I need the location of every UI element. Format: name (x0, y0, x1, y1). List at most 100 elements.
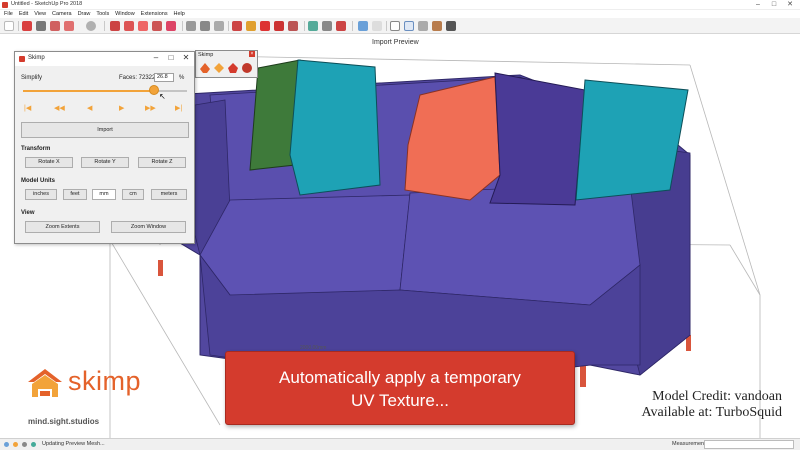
zoom-extents-icon[interactable] (288, 21, 298, 31)
skimp-simplify-icon[interactable] (214, 63, 224, 73)
zoom-tool-icon[interactable] (260, 21, 270, 31)
import-button[interactable]: Import (21, 122, 189, 138)
menu-draw[interactable]: Draw (78, 10, 91, 18)
dialog-title-bar: Skimp – □ ✕ (15, 52, 194, 66)
measurements-label: Measurements (672, 441, 709, 447)
zoom-extents-button[interactable]: Zoom Extents (25, 221, 100, 233)
pillow-teal-left (289, 59, 381, 196)
close-button[interactable]: ✕ (784, 0, 796, 10)
unit-cm-button[interactable]: cm (122, 189, 144, 200)
menu-camera[interactable]: Camera (52, 10, 72, 18)
view-label: View (21, 210, 35, 216)
banner-line-2: UV Texture... (351, 391, 449, 410)
skimp-house-icon[interactable] (228, 63, 238, 73)
toolbar-separator (104, 21, 105, 31)
move-tool-icon[interactable] (124, 21, 134, 31)
menu-file[interactable]: File (4, 10, 13, 18)
wireframe-style-icon[interactable] (390, 21, 400, 31)
eraser-tool-icon[interactable] (22, 21, 32, 31)
toolbar-separator (228, 21, 229, 31)
dialog-title: Skimp (28, 55, 45, 61)
dialog-close-button[interactable]: ✕ (180, 53, 192, 62)
pillow-purple (489, 72, 586, 206)
scale-tool-icon[interactable] (152, 21, 162, 31)
textured-style-icon[interactable] (432, 21, 442, 31)
toolbar-separator (182, 21, 183, 31)
unit-mm-button[interactable]: mm (92, 189, 116, 200)
xray-view-icon[interactable] (358, 21, 368, 31)
mouse-cursor-icon: ↖ (159, 92, 166, 101)
sofa-leg (580, 365, 586, 387)
menu-extensions[interactable]: Extensions (141, 10, 168, 18)
skimp-logo-icon (19, 56, 25, 62)
geo-location-icon[interactable] (4, 442, 9, 447)
measurements-input[interactable] (704, 440, 794, 449)
faces-count-label: Faces: 72322 (119, 75, 156, 81)
menu-view[interactable]: View (34, 10, 46, 18)
percent-sign: % (179, 75, 185, 81)
rotate-z-button[interactable]: Rotate Z (138, 157, 186, 168)
rotate-x-button[interactable]: Rotate X (25, 157, 73, 168)
dialog-maximize-button[interactable]: □ (165, 53, 177, 62)
text-tool-icon[interactable] (214, 21, 224, 31)
toolbar-separator (386, 21, 387, 31)
dimension-tool-icon[interactable] (200, 21, 210, 31)
simplify-slider-thumb[interactable] (149, 85, 160, 95)
select-tool-icon[interactable] (4, 21, 14, 31)
hidden-line-style-icon[interactable] (404, 21, 414, 31)
warehouse-icon[interactable] (308, 21, 318, 31)
pan-tool-icon[interactable] (246, 21, 256, 31)
back-edges-icon[interactable] (372, 21, 382, 31)
rotate-y-button[interactable]: Rotate Y (81, 157, 129, 168)
zoom-window-button[interactable]: Zoom Window (111, 221, 186, 233)
status-message: Updating Preview Mesh... (42, 441, 105, 447)
title-bar: Untitled - SketchUp Pro 2018 – □ ✕ (0, 0, 800, 10)
maximize-button[interactable]: □ (768, 0, 780, 10)
freehand-tool-icon[interactable] (50, 21, 60, 31)
push-pull-tool-icon[interactable] (110, 21, 120, 31)
window-title: Untitled - SketchUp Pro 2018 (11, 1, 83, 7)
last-frame-icon[interactable]: ▶| (175, 104, 182, 112)
line-tool-icon[interactable] (36, 21, 46, 31)
monochrome-style-icon[interactable] (446, 21, 456, 31)
model-credit-text: Model Credit: vandoan (652, 389, 782, 404)
skimp-toolbar: Skimp × (195, 50, 258, 78)
import-preview-label: Import Preview (372, 39, 419, 46)
faces-percent-input[interactable]: 26.8 (154, 73, 174, 82)
user-icon[interactable] (22, 442, 27, 447)
menu-window[interactable]: Window (115, 10, 135, 18)
skimp-import-icon[interactable] (200, 63, 210, 73)
arc-tool-icon[interactable] (64, 21, 74, 31)
step-forward-icon[interactable]: ▶ (119, 104, 124, 112)
step-back-icon[interactable]: ◀ (87, 104, 92, 112)
unit-feet-button[interactable]: feet (63, 189, 87, 200)
tape-measure-icon[interactable] (186, 21, 196, 31)
skimp-toolbar-close[interactable]: × (249, 51, 255, 57)
help-icon[interactable] (31, 442, 36, 447)
simplify-slider-fill (23, 90, 155, 92)
credits-icon[interactable] (13, 442, 18, 447)
unit-meters-button[interactable]: meters (151, 189, 187, 200)
menu-edit[interactable]: Edit (19, 10, 28, 18)
offset-tool-icon[interactable] (166, 21, 176, 31)
toolbar-separator (352, 21, 353, 31)
minimize-button[interactable]: – (752, 0, 764, 10)
unit-inches-button[interactable]: inches (25, 189, 57, 200)
rotate-tool-icon[interactable] (138, 21, 148, 31)
skimp-dialog: Skimp – □ ✕ Simplify Faces: 72322 26.8 %… (14, 51, 195, 244)
shapes-tool-icon[interactable] (86, 21, 96, 31)
zoom-window-icon[interactable] (274, 21, 284, 31)
extension-manager-icon[interactable] (336, 21, 346, 31)
menu-help[interactable]: Help (174, 10, 185, 18)
transform-label: Transform (21, 146, 51, 152)
dialog-minimize-button[interactable]: – (150, 53, 162, 62)
menu-tools[interactable]: Tools (96, 10, 109, 18)
skimp-settings-icon[interactable] (242, 63, 252, 73)
main-toolbar (0, 18, 800, 34)
first-frame-icon[interactable]: |◀ (24, 104, 31, 112)
orbit-tool-icon[interactable] (232, 21, 242, 31)
shaded-style-icon[interactable] (418, 21, 428, 31)
extension-warehouse-icon[interactable] (322, 21, 332, 31)
fast-forward-icon[interactable]: ▶▶ (145, 104, 156, 112)
rewind-icon[interactable]: ◀◀ (54, 104, 65, 112)
